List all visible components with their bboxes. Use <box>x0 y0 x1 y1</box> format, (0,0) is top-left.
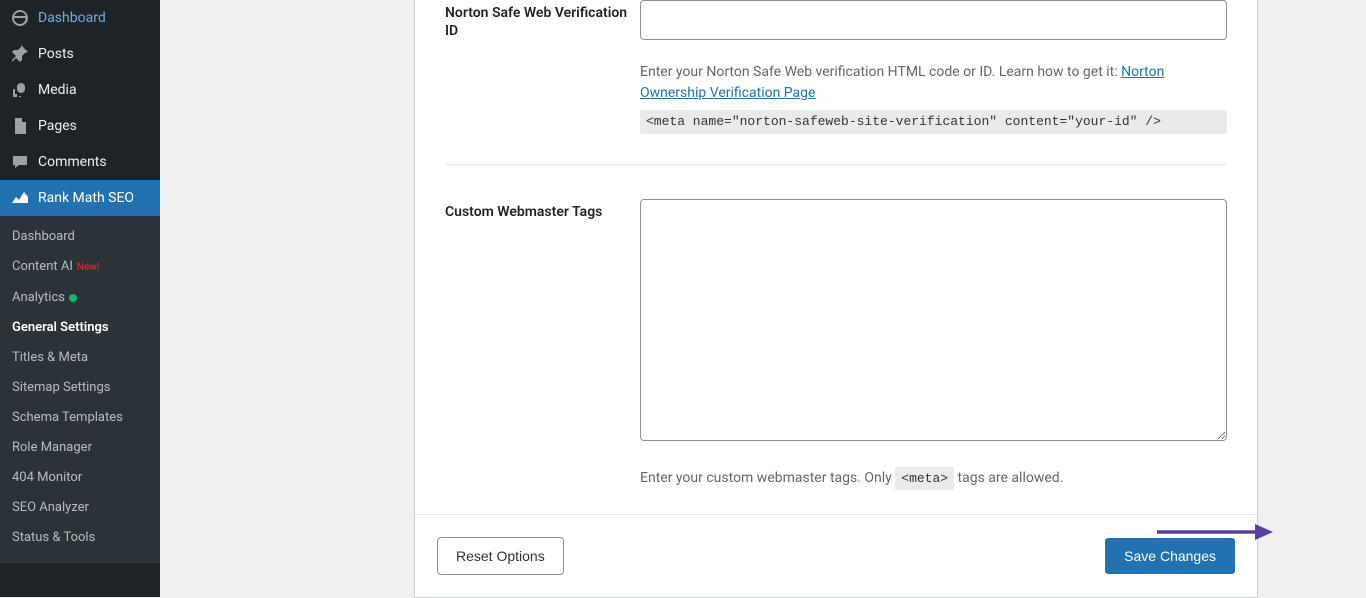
menu-media-label: Media <box>38 82 77 98</box>
menu-pages-label: Pages <box>38 118 77 134</box>
norton-input[interactable] <box>640 0 1227 40</box>
status-dot-icon <box>69 294 77 302</box>
save-changes-button[interactable]: Save Changes <box>1105 538 1235 574</box>
submenu-analytics[interactable]: Analytics <box>0 283 160 313</box>
menu-pages[interactable]: Pages <box>0 108 160 144</box>
custom-help-before: Enter your custom webmaster tags. Only <box>640 470 895 486</box>
pages-icon <box>10 116 30 136</box>
comments-icon <box>10 152 30 172</box>
menu-comments[interactable]: Comments <box>0 144 160 180</box>
norton-help: Enter your Norton Safe Web verification … <box>640 62 1227 134</box>
menu-dashboard[interactable]: Dashboard <box>0 0 160 36</box>
custom-label: Custom Webmaster Tags <box>445 199 640 491</box>
submenu-status-tools[interactable]: Status & Tools <box>0 523 160 553</box>
menu-rankmath-label: Rank Math SEO <box>38 190 134 206</box>
custom-help: Enter your custom webmaster tags. Only <… <box>640 467 1227 491</box>
custom-help-code: <meta> <box>895 467 954 491</box>
panel-footer: Reset Options Save Changes <box>415 514 1257 597</box>
field-custom-tags: Custom Webmaster Tags Enter your custom … <box>415 199 1257 491</box>
submenu-dashboard[interactable]: Dashboard <box>0 222 160 252</box>
submenu-titles-meta[interactable]: Titles & Meta <box>0 343 160 373</box>
field-divider <box>445 164 1227 165</box>
custom-control: Enter your custom webmaster tags. Only <… <box>640 199 1227 491</box>
reset-options-button[interactable]: Reset Options <box>437 537 564 575</box>
norton-label: Norton Safe Web Verification ID <box>445 0 640 134</box>
menu-posts[interactable]: Posts <box>0 36 160 72</box>
dashboard-icon <box>10 8 30 28</box>
menu-media[interactable]: Media <box>0 72 160 108</box>
pin-icon <box>10 44 30 64</box>
submenu-schema[interactable]: Schema Templates <box>0 403 160 433</box>
field-norton: Norton Safe Web Verification ID Enter yo… <box>415 0 1257 134</box>
norton-control: Enter your Norton Safe Web verification … <box>640 0 1227 134</box>
submenu-contentai-label: Content AI <box>12 259 73 274</box>
media-icon <box>10 80 30 100</box>
submenu-analytics-label: Analytics <box>12 290 65 305</box>
settings-panel: Norton Safe Web Verification ID Enter yo… <box>414 0 1258 598</box>
submenu-sitemap[interactable]: Sitemap Settings <box>0 373 160 403</box>
submenu-contentai[interactable]: Content AI New! <box>0 252 160 283</box>
content-area: Norton Safe Web Verification ID Enter yo… <box>180 0 1366 597</box>
menu-rankmath[interactable]: Rank Math SEO <box>0 180 160 216</box>
admin-sidebar: Dashboard Posts Media Pages Comments Ran… <box>0 0 160 597</box>
custom-help-after: tags are allowed. <box>954 470 1063 486</box>
custom-tags-textarea[interactable] <box>640 199 1227 441</box>
submenu-404-monitor[interactable]: 404 Monitor <box>0 463 160 493</box>
submenu-role-manager[interactable]: Role Manager <box>0 433 160 463</box>
new-badge: New! <box>77 262 100 273</box>
norton-code-example: <meta name="norton-safeweb-site-verifica… <box>640 110 1227 134</box>
rankmath-icon <box>10 188 30 208</box>
menu-dashboard-label: Dashboard <box>38 10 106 26</box>
menu-posts-label: Posts <box>38 46 74 62</box>
submenu-seo-analyzer[interactable]: SEO Analyzer <box>0 493 160 523</box>
menu-comments-label: Comments <box>38 154 107 170</box>
norton-help-text: Enter your Norton Safe Web verification … <box>640 64 1121 80</box>
submenu-general-settings[interactable]: General Settings <box>0 313 160 343</box>
rankmath-submenu: Dashboard Content AI New! Analytics Gener… <box>0 216 160 563</box>
